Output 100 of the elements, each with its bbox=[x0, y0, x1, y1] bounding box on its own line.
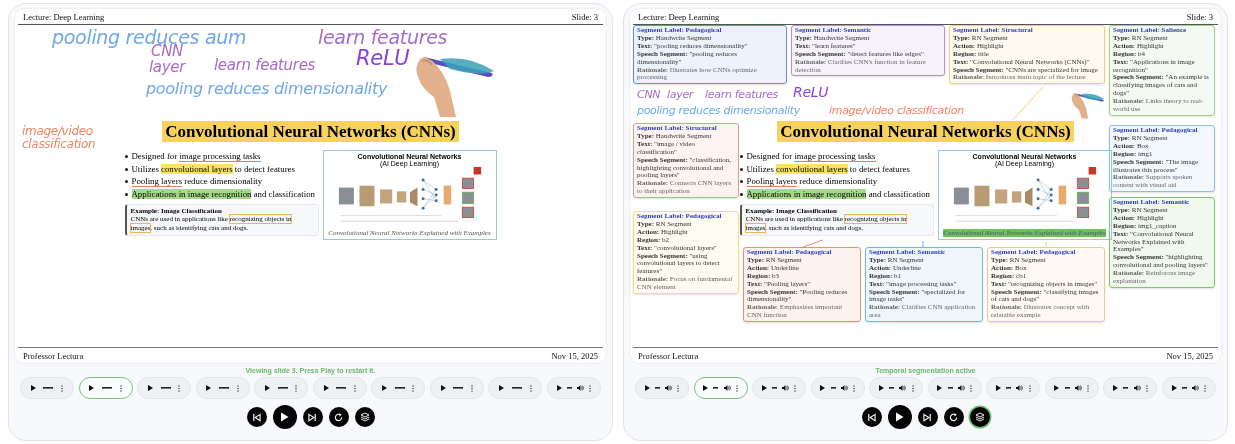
track-line-icon bbox=[1064, 387, 1070, 389]
clip-button[interactable] bbox=[693, 377, 748, 399]
slide-number: Slide: 3 bbox=[571, 11, 598, 22]
more-options-icon bbox=[412, 384, 415, 392]
clip-button[interactable] bbox=[78, 377, 133, 399]
layers-button[interactable] bbox=[354, 407, 375, 427]
play-icon bbox=[265, 385, 270, 391]
track-line-icon bbox=[394, 387, 405, 389]
slide-date: Nov 15, 2025 bbox=[1166, 350, 1213, 361]
play-icon bbox=[440, 385, 446, 391]
bullet-icon bbox=[124, 167, 128, 171]
handwritten-note: ReLU bbox=[793, 85, 829, 101]
more-options-icon bbox=[1028, 384, 1031, 392]
speaker-icon bbox=[1074, 385, 1082, 391]
play-icon bbox=[556, 385, 562, 391]
play-button[interactable] bbox=[272, 405, 297, 429]
bullet-icon bbox=[124, 192, 128, 196]
previous-button[interactable] bbox=[246, 407, 267, 427]
bullet-text: Pooling layers reduce dimensionality bbox=[131, 175, 263, 188]
play-icon bbox=[280, 412, 289, 422]
track-line-icon bbox=[511, 387, 522, 389]
lecture-title: Lecture: Deep Learning bbox=[23, 11, 105, 22]
bullet-text: Designed for image processing tasks bbox=[746, 150, 876, 163]
play-icon bbox=[937, 385, 943, 391]
slide-date: Nov 15, 2025 bbox=[551, 350, 598, 361]
more-options-icon bbox=[61, 384, 64, 392]
handwritten-note: layer bbox=[149, 59, 186, 76]
speaker-icon bbox=[899, 385, 907, 391]
bullet-icon bbox=[124, 155, 128, 159]
bullet-text: Designed for image processing tasks bbox=[131, 150, 261, 163]
slide-number: Slide: 3 bbox=[1186, 11, 1213, 22]
track-line-icon bbox=[713, 387, 719, 389]
speaker-icon bbox=[723, 385, 731, 391]
speaker-icon bbox=[1016, 385, 1024, 391]
bullet-text: Utilizes convolutional layers to detect features bbox=[131, 162, 295, 176]
track-line-icon bbox=[1181, 387, 1187, 389]
speaker-icon bbox=[1192, 385, 1200, 391]
previous-button[interactable] bbox=[861, 407, 882, 427]
refresh-icon bbox=[949, 412, 958, 422]
play-icon bbox=[206, 385, 212, 391]
more-options-icon bbox=[529, 384, 532, 392]
play-icon bbox=[147, 385, 153, 391]
speaker-icon bbox=[782, 385, 790, 391]
track-line-icon bbox=[566, 387, 572, 389]
track-line-icon bbox=[43, 387, 54, 389]
handwritten-note: learn features bbox=[705, 89, 779, 102]
bullet-icon bbox=[739, 155, 743, 159]
skip-back-icon bbox=[252, 412, 261, 422]
bullet-text: Applications in image recognition and classification bbox=[131, 187, 315, 201]
play-icon bbox=[1054, 385, 1060, 391]
speaker-icon bbox=[840, 385, 848, 391]
play-icon bbox=[323, 385, 329, 391]
bullet-icon bbox=[739, 180, 743, 184]
track-line-icon bbox=[1123, 387, 1129, 389]
track-line-icon bbox=[1006, 387, 1012, 389]
layers-icon bbox=[974, 412, 985, 422]
skip-back-icon bbox=[867, 412, 876, 422]
more-options-icon bbox=[589, 384, 592, 392]
play-icon bbox=[499, 385, 505, 391]
presenter-name: Professor Lectura bbox=[23, 350, 84, 361]
presenter-name: Professor Lectura bbox=[638, 350, 699, 361]
handwritten-note: image/video classification bbox=[829, 105, 964, 118]
lecture-title: Lecture: Deep Learning bbox=[638, 11, 720, 22]
skip-forward-icon bbox=[308, 412, 317, 422]
track-line-icon bbox=[453, 387, 464, 389]
handwritten-note: layer bbox=[667, 89, 694, 102]
play-icon bbox=[89, 385, 95, 391]
track-line-icon bbox=[277, 387, 288, 389]
track-line-icon bbox=[654, 387, 660, 389]
speaker-icon bbox=[1133, 385, 1141, 391]
play-icon bbox=[895, 412, 904, 422]
play-icon bbox=[761, 385, 767, 391]
play-button[interactable] bbox=[887, 405, 912, 429]
layers-button[interactable] bbox=[969, 407, 990, 427]
speaker-icon bbox=[957, 385, 965, 391]
bullet-text: Applications in image recognition and classification bbox=[746, 187, 930, 201]
play-icon bbox=[878, 385, 884, 391]
slide-title: Convolutional Neural Networks (CNNs) bbox=[777, 121, 1074, 143]
bullet-text: Utilizes convolutional layers to detect features bbox=[746, 162, 910, 176]
handwritten-note: pooling reduces dimensionality bbox=[146, 80, 388, 98]
more-options-icon bbox=[470, 384, 473, 392]
more-options-icon bbox=[353, 384, 356, 392]
track-line-icon bbox=[771, 387, 777, 389]
speaker-icon bbox=[577, 385, 585, 391]
skip-forward-icon bbox=[923, 412, 932, 422]
next-button[interactable] bbox=[302, 407, 323, 427]
more-options-icon bbox=[970, 384, 973, 392]
slide-title: Convolutional Neural Networks (CNNs) bbox=[162, 121, 459, 143]
replay-button[interactable] bbox=[328, 407, 349, 427]
next-button[interactable] bbox=[917, 407, 938, 427]
bullet-text: Pooling layers reduce dimensionality bbox=[746, 175, 878, 188]
play-icon bbox=[382, 385, 388, 391]
replay-button[interactable] bbox=[943, 407, 964, 427]
connector-line bbox=[1012, 86, 1044, 121]
handwritten-note: ReLU bbox=[356, 47, 410, 71]
track-line-icon bbox=[830, 387, 836, 389]
bullet-icon bbox=[739, 192, 743, 196]
play-icon bbox=[644, 385, 650, 391]
track-line-icon bbox=[102, 387, 113, 389]
track-line-icon bbox=[947, 387, 953, 389]
